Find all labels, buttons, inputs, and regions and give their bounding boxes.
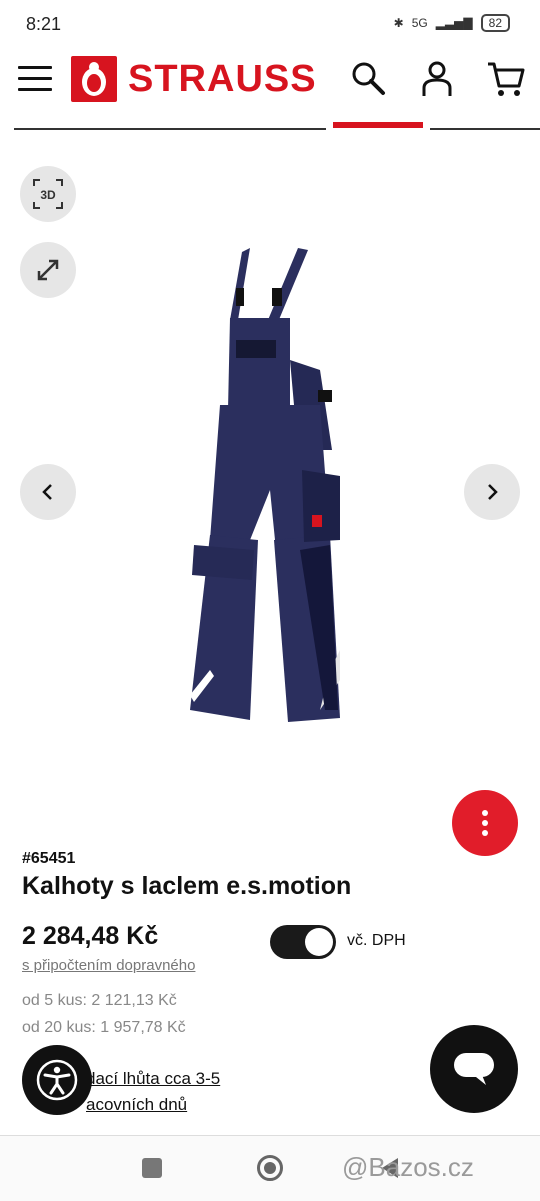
product-title: Kalhoty s laclem e.s.motion — [22, 872, 352, 900]
recent-apps-button[interactable] — [142, 1158, 162, 1178]
delivery-line: dací lhůta cca 3-5 — [86, 1069, 221, 1088]
tab-divider — [430, 128, 540, 130]
tier-price: 1 957,78 Kč — [100, 1019, 186, 1036]
view-3d-button[interactable]: 3D — [20, 166, 76, 222]
previous-image-button[interactable] — [20, 464, 76, 520]
accessibility-icon — [36, 1059, 78, 1101]
home-button[interactable] — [257, 1155, 283, 1181]
tier-label: od 20 kus: — [22, 1019, 96, 1036]
svg-text:3D: 3D — [40, 188, 56, 202]
tab-divider — [14, 128, 326, 130]
chat-button[interactable] — [430, 1025, 518, 1113]
product-price: 2 284,48 Kč — [22, 922, 159, 950]
product-sku: #65451 — [22, 850, 76, 867]
accessibility-button[interactable] — [22, 1045, 92, 1115]
menu-icon[interactable] — [18, 66, 52, 92]
vat-toggle[interactable] — [270, 925, 336, 959]
account-icon[interactable] — [420, 60, 454, 103]
tab-active-indicator[interactable] — [333, 122, 423, 128]
brand-logo-mark[interactable] — [71, 56, 117, 102]
chat-bubble-icon — [454, 1053, 494, 1085]
delivery-line: acovních dnů — [86, 1095, 188, 1114]
tier-label: od 5 kus: — [22, 992, 87, 1009]
signal-icon: ▂▃▅▇ — [435, 16, 473, 30]
expand-icon[interactable] — [20, 242, 76, 298]
vat-toggle-label: vč. DPH — [347, 932, 406, 949]
status-icons: ✱ 5G ▂▃▅▇ 82 — [394, 14, 510, 32]
cart-icon[interactable] — [486, 60, 526, 103]
tier-price: 2 121,13 Kč — [91, 992, 177, 1009]
search-icon[interactable] — [350, 60, 386, 101]
delivery-info[interactable]: dací lhůta cca 3-5 acovních dnů — [86, 1066, 220, 1118]
next-image-button[interactable] — [464, 464, 520, 520]
watermark: @Bazos.cz — [342, 1152, 474, 1182]
brand-name[interactable]: STRAUSS — [128, 56, 317, 102]
quantity-tier: od 20 kus: 1 957,78 Kč — [22, 1019, 186, 1037]
bluetooth-icon: ✱ — [393, 16, 404, 30]
product-image[interactable] — [180, 240, 360, 735]
status-time: 8:21 — [26, 14, 62, 34]
shipping-link[interactable]: s připočtením dopravného — [22, 957, 195, 974]
more-options-button[interactable] — [452, 790, 518, 856]
battery-indicator: 82 — [480, 14, 510, 32]
toggle-knob — [305, 928, 333, 956]
quantity-tier: od 5 kus: 2 121,13 Kč — [22, 992, 177, 1010]
network-label: 5G — [411, 16, 428, 30]
site-header: STRAUSS — [0, 46, 540, 116]
